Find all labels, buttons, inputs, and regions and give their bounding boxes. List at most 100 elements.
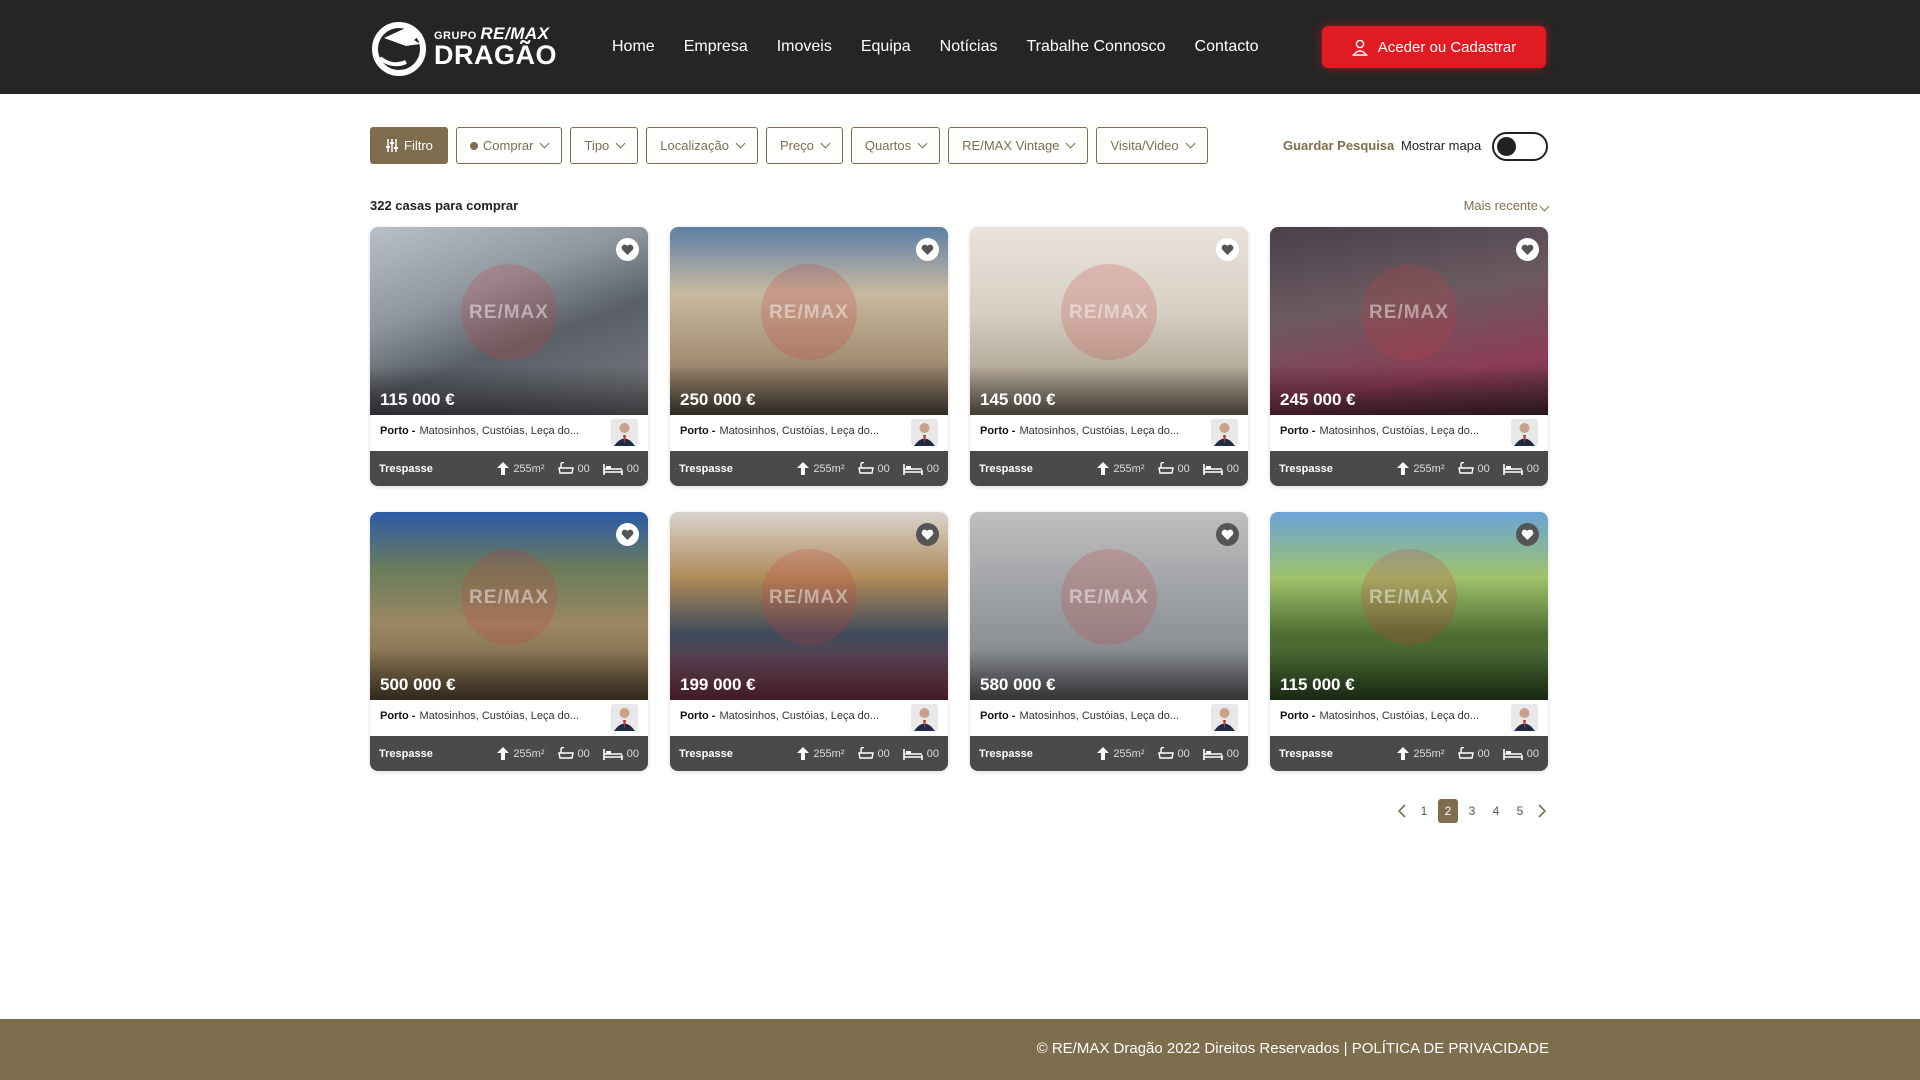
listing-baths-stat: 00	[1457, 462, 1490, 475]
copyright-text: © RE/MAX Dragão 2022 Direitos Reservados…	[1037, 1040, 1549, 1057]
agent-avatar[interactable]	[1211, 704, 1238, 731]
listing-area: Matosinhos, Custóias, Leça do...	[1019, 710, 1180, 722]
nav-equipa[interactable]: Equipa	[861, 38, 911, 56]
listing-card[interactable]: RE/MAX 245 000 € Porto - Matosinhos, Cust…	[1270, 227, 1548, 486]
listing-card[interactable]: RE/MAX 500 000 € Porto - Matosinhos, Cust…	[370, 512, 648, 771]
listing-price: 115 000 €	[1280, 675, 1355, 694]
sliders-icon	[386, 139, 398, 152]
nav-trabalhe-connosco[interactable]: Trabalhe Connosco	[1026, 38, 1165, 56]
favorite-heart-icon[interactable]	[616, 523, 639, 546]
favorite-heart-icon[interactable]	[616, 238, 639, 261]
listing-photo[interactable]: RE/MAX 115 000 €	[370, 227, 648, 415]
remax-watermark: RE/MAX	[761, 263, 857, 360]
dragon-logo-icon	[372, 22, 426, 76]
watermark-text: RE/MAX	[1369, 301, 1449, 323]
prev-page-button[interactable]	[1392, 799, 1412, 823]
favorite-heart-icon[interactable]	[1516, 238, 1539, 261]
page-3[interactable]: 3	[1460, 799, 1484, 823]
nav-imoveis[interactable]: Imoveis	[777, 38, 832, 56]
agent-avatar[interactable]	[911, 419, 938, 446]
listing-card[interactable]: RE/MAX 145 000 € Porto - Matosinhos, Cust…	[970, 227, 1248, 486]
listing-city: Porto -	[1280, 425, 1316, 437]
listing-info-bar: Trespasse 255m² 00 00	[1270, 451, 1548, 486]
logo[interactable]: GRUPO RE/MAX DRAGÃO	[370, 18, 560, 76]
nav-contacto[interactable]: Contacto	[1195, 38, 1259, 56]
agent-avatar[interactable]	[611, 704, 638, 731]
page-2[interactable]: 2	[1438, 799, 1458, 823]
listing-baths: 00	[577, 462, 590, 475]
chevron-down-icon	[735, 138, 746, 149]
listing-photo[interactable]: RE/MAX 250 000 €	[670, 227, 948, 415]
watermark-text: RE/MAX	[469, 301, 549, 323]
listing-beds: 00	[626, 747, 639, 760]
agent-avatar[interactable]	[1211, 419, 1238, 446]
favorite-heart-icon[interactable]	[1216, 238, 1239, 261]
remax-watermark: RE/MAX	[1061, 263, 1157, 360]
listing-card[interactable]: RE/MAX 250 000 € Porto - Matosinhos, Cust…	[670, 227, 948, 486]
privacy-link[interactable]: POLÍTICA DE PRIVACIDADE	[1352, 1040, 1549, 1057]
arrow-up-icon	[1097, 462, 1110, 475]
price-dropdown[interactable]: Preço	[765, 127, 843, 164]
site-footer: © RE/MAX Dragão 2022 Direitos Reservados…	[0, 1019, 1920, 1080]
save-search-link[interactable]: Guardar Pesquisa	[1283, 138, 1394, 153]
listing-baths-stat: 00	[857, 747, 890, 760]
listing-photo[interactable]: RE/MAX 115 000 €	[1270, 512, 1548, 700]
buy-dropdown[interactable]: Comprar	[455, 127, 563, 164]
chevron-down-icon	[1066, 138, 1076, 149]
listing-photo[interactable]: RE/MAX 145 000 €	[970, 227, 1248, 415]
watermark-text: RE/MAX	[469, 586, 549, 608]
page-1[interactable]: 1	[1412, 799, 1436, 823]
agent-avatar[interactable]	[1511, 419, 1538, 446]
show-map-label: Mostrar mapa	[1401, 138, 1482, 153]
listing-photo[interactable]: RE/MAX 500 000 €	[370, 512, 648, 700]
filter-label: Filtro	[404, 138, 433, 153]
listing-card[interactable]: RE/MAX 199 000 € Porto - Matosinhos, Cust…	[670, 512, 948, 771]
listing-price: 580 000 €	[980, 675, 1056, 694]
remax-watermark: RE/MAX	[1061, 548, 1157, 645]
listing-photo[interactable]: RE/MAX 199 000 €	[670, 512, 948, 700]
bathtub-icon	[557, 747, 574, 759]
bathtub-icon	[1457, 462, 1474, 474]
listing-info-bar: Trespasse 255m² 00 00	[370, 451, 648, 486]
filter-button[interactable]: Filtro	[370, 127, 448, 164]
favorite-heart-icon[interactable]	[1516, 523, 1539, 546]
visit-dropdown[interactable]: Visita/Video	[1096, 127, 1208, 164]
listing-area: Matosinhos, Custóias, Leça do...	[1319, 425, 1480, 437]
listing-beds-stat: 00	[902, 747, 939, 760]
map-toggle[interactable]	[1492, 132, 1548, 161]
listing-beds: 00	[926, 747, 939, 760]
listing-card[interactable]: RE/MAX 115 000 € Porto - Matosinhos, Cust…	[370, 227, 648, 486]
next-page-button[interactable]	[1532, 799, 1552, 823]
agent-avatar[interactable]	[611, 419, 638, 446]
listing-area-stat: 255m²	[797, 462, 845, 475]
location-dropdown[interactable]: Localização	[646, 127, 758, 164]
login-button[interactable]: Aceder ou Cadastrar	[1322, 26, 1546, 68]
listing-area-stat: 255m²	[1097, 747, 1145, 760]
listing-photo[interactable]: RE/MAX 245 000 €	[1270, 227, 1548, 415]
chevron-left-icon	[1397, 804, 1406, 818]
favorite-heart-icon[interactable]	[916, 238, 939, 261]
rooms-dropdown[interactable]: Quartos	[850, 127, 941, 164]
agent-avatar[interactable]	[911, 704, 938, 731]
listing-card[interactable]: RE/MAX 580 000 € Porto - Matosinhos, Cust…	[970, 512, 1248, 771]
type-dropdown[interactable]: Tipo	[570, 127, 639, 164]
listing-city: Porto -	[980, 425, 1016, 437]
favorite-heart-icon[interactable]	[1216, 523, 1239, 546]
listing-city: Porto -	[680, 425, 716, 437]
nav-noticias[interactable]: Notícias	[940, 38, 998, 56]
nav-home[interactable]: Home	[612, 38, 655, 56]
vintage-dropdown[interactable]: RE/MAX Vintage	[948, 127, 1089, 164]
filter-bar: Filtro Comprar Tipo Localização Preço Qu…	[370, 127, 1208, 164]
sort-dropdown[interactable]: Mais recente	[1464, 198, 1550, 213]
favorite-heart-icon[interactable]	[916, 523, 939, 546]
agent-avatar[interactable]	[1511, 704, 1538, 731]
nav-empresa[interactable]: Empresa	[684, 38, 748, 56]
remax-watermark: RE/MAX	[461, 263, 557, 360]
listing-photo[interactable]: RE/MAX 580 000 €	[970, 512, 1248, 700]
page-5[interactable]: 5	[1508, 799, 1532, 823]
listing-info-bar: Trespasse 255m² 00 00	[670, 451, 948, 486]
chevron-down-icon	[1539, 201, 1550, 212]
watermark-text: RE/MAX	[1369, 586, 1449, 608]
page-4[interactable]: 4	[1484, 799, 1508, 823]
listing-card[interactable]: RE/MAX 115 000 € Porto - Matosinhos, Cust…	[1270, 512, 1548, 771]
